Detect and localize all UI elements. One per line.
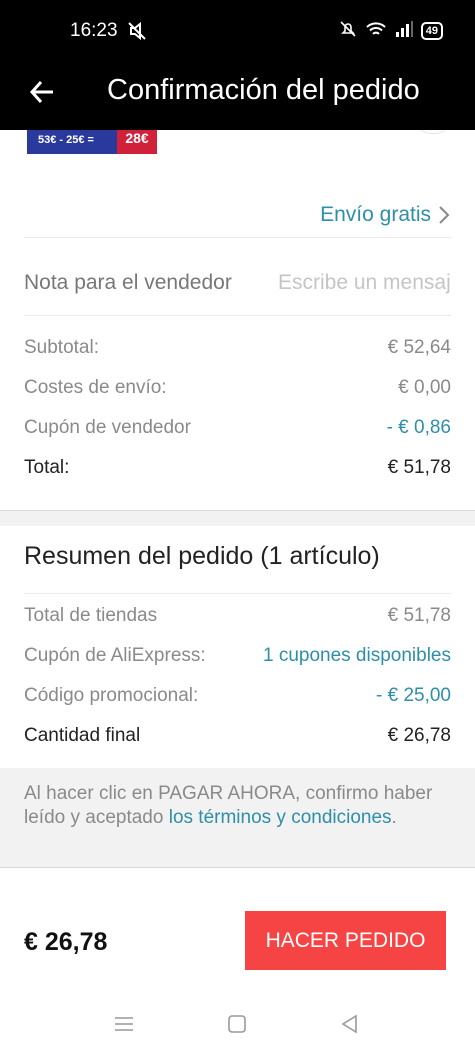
aliexpress-coupon-row: Cupón de AliExpress: 1 cupones disponibl… xyxy=(24,636,451,676)
checkout-total: € 26,78 xyxy=(24,928,108,956)
promo-code-value: - € 25,00 xyxy=(376,685,451,706)
final-amount-value: € 26,78 xyxy=(387,725,451,746)
shipping-cost-value: € 0,00 xyxy=(398,377,451,398)
subtotal-value: € 52,64 xyxy=(387,337,451,358)
stores-total-row: Total de tiendas € 51,78 xyxy=(24,596,451,636)
aliexpress-coupon-link[interactable]: 1 cupones disponibles xyxy=(263,645,451,667)
terms-text-end: . xyxy=(391,807,397,828)
subtotal-row: Subtotal: € 52,64 xyxy=(24,328,451,368)
terms-link[interactable]: los términos y condiciones xyxy=(169,807,392,828)
divider xyxy=(24,593,451,594)
seller-coupon-label: Cupón de vendedor xyxy=(24,417,191,438)
checkout-bar: € 26,78 HACER PEDIDO xyxy=(0,890,475,990)
terms-notice: Al hacer clic en PAGAR AHORA, confirmo h… xyxy=(0,768,475,868)
page-title: Confirmación del pedido xyxy=(107,74,420,106)
system-nav-bar xyxy=(0,990,475,1056)
thumb-final-price: 28€ xyxy=(117,130,157,154)
shipping-cost-row: Costes de envío: € 0,00 xyxy=(24,368,451,408)
seller-coupon-row: Cupón de vendedor - € 0,86 xyxy=(24,408,451,448)
final-amount-row: Cantidad final € 26,78 xyxy=(24,716,451,756)
product-thumbnail[interactable]: 53€ - 25€ = 28€ xyxy=(27,130,157,154)
wifi-icon xyxy=(365,20,387,43)
subtotal-label: Subtotal: xyxy=(24,337,99,358)
home-square-icon xyxy=(228,1015,246,1033)
stores-total-label: Total de tiendas xyxy=(24,605,158,626)
promo-code-row: Código promocional: - € 25,00 xyxy=(24,676,451,716)
status-bar: 16:23 49 xyxy=(0,0,475,62)
seller-note-input[interactable] xyxy=(278,270,451,295)
seller-coupon-value: - € 0,86 xyxy=(386,417,451,438)
order-summary: Total de tiendas € 51,78 Cupón de AliExp… xyxy=(24,596,451,756)
menu-nav-button[interactable] xyxy=(110,1010,138,1038)
final-amount-label: Cantidad final xyxy=(24,725,141,746)
stores-total-value: € 51,78 xyxy=(387,605,451,626)
total-value: € 51,78 xyxy=(387,457,451,478)
back-button[interactable] xyxy=(24,74,60,110)
shipping-option-link[interactable]: Envío gratis xyxy=(320,203,451,227)
back-triangle-icon xyxy=(341,1014,357,1034)
aliexpress-coupon-label: Cupón de AliExpress: xyxy=(24,645,206,666)
section-divider xyxy=(0,510,475,526)
thumb-price-formula: 53€ - 25€ = xyxy=(27,130,117,154)
back-nav-button[interactable] xyxy=(336,1010,364,1038)
status-time: 16:23 xyxy=(70,20,118,41)
seller-note-row: Nota para el vendedor xyxy=(24,250,451,316)
total-label: Total: xyxy=(24,457,70,478)
shipping-label: Envío gratis xyxy=(320,202,431,226)
chevron-right-icon xyxy=(439,205,450,224)
arrow-left-icon xyxy=(29,80,53,104)
seller-note-label: Nota para el vendedor xyxy=(24,270,232,294)
app-header: Confirmación del pedido xyxy=(0,62,475,130)
bell-off-icon xyxy=(339,20,357,43)
total-row: Total: € 51,78 xyxy=(24,448,451,488)
promo-code-label: Código promocional: xyxy=(24,685,199,706)
home-nav-button[interactable] xyxy=(223,1010,251,1038)
shipping-cost-label: Costes de envío: xyxy=(24,377,167,398)
order-content: 53€ - 25€ = 28€ Envío gratis Nota para e… xyxy=(0,130,475,890)
place-order-button[interactable]: HACER PEDIDO xyxy=(245,911,446,970)
shipping-row: Envío gratis xyxy=(24,192,451,238)
price-breakdown: Subtotal: € 52,64 Costes de envío: € 0,0… xyxy=(24,328,451,488)
order-summary-title: Resumen del pedido (1 artículo) xyxy=(24,542,380,570)
signal-icon xyxy=(395,20,413,42)
battery-icon: 49 xyxy=(420,22,443,40)
quantity-control-edge xyxy=(415,130,451,134)
menu-icon xyxy=(115,1017,133,1031)
mute-icon xyxy=(126,20,148,42)
